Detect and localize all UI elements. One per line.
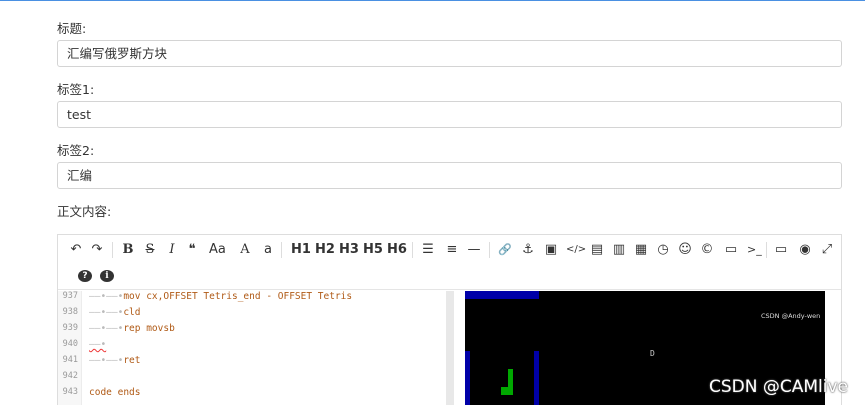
- tag2-input[interactable]: 汇编: [57, 162, 842, 189]
- tab-marker: ——•——•: [89, 323, 124, 334]
- preview-eye-icon[interactable]: ◉: [798, 240, 812, 260]
- preview-cursor-char: D: [650, 349, 655, 358]
- preview-watermark: CSDN @Andy-wen: [761, 312, 821, 320]
- code-block-icon[interactable]: ▤: [590, 240, 604, 260]
- h1-button[interactable]: H1: [291, 240, 311, 260]
- h2-button[interactable]: H2: [315, 240, 335, 260]
- toolbar-divider: [766, 242, 767, 258]
- code-line: ——•——•rep movsb: [89, 323, 175, 334]
- line-number-gutter: 937 938 939 940 941 942 943: [58, 291, 82, 405]
- line-number: 941: [62, 355, 78, 365]
- tab-marker: ——•: [89, 339, 107, 350]
- bold-button[interactable]: B: [121, 240, 135, 260]
- terminal-icon[interactable]: >_: [747, 240, 762, 260]
- anchor-icon[interactable]: ⚓: [521, 240, 535, 260]
- code-line: ——•——•cld: [89, 307, 141, 318]
- code-line: ——•——•mov cx,OFFSET Tetris_end - OFFSET …: [89, 291, 352, 302]
- toolbar-divider: [489, 242, 490, 258]
- h6-button[interactable]: H6: [387, 240, 407, 260]
- unordered-list-icon[interactable]: ☰: [421, 240, 435, 260]
- code-text: code ends: [89, 387, 141, 398]
- code-text: ret: [123, 355, 141, 366]
- monitor-icon[interactable]: ▭: [774, 240, 788, 260]
- line-number: 939: [62, 323, 78, 333]
- code-text: cld: [123, 307, 141, 318]
- tab-marker: ——•——•: [89, 355, 124, 366]
- title-label: 标题:: [57, 21, 87, 36]
- toolbar-divider: [412, 242, 413, 258]
- tag1-label: 标签1:: [57, 82, 95, 97]
- title-input[interactable]: 汇编写俄罗斯方块: [57, 40, 842, 67]
- uppercase-first-button[interactable]: A: [238, 240, 252, 260]
- line-number: 940: [62, 339, 78, 349]
- tetris-piece: [501, 387, 508, 395]
- pagebreak-icon[interactable]: ▭: [724, 240, 738, 260]
- redo-icon[interactable]: ↷: [90, 240, 104, 260]
- dos-blue-left-wall: [465, 351, 470, 405]
- tab-marker: ——•——•: [89, 307, 124, 318]
- code-line: code ends: [89, 387, 140, 398]
- uppercase-all-button[interactable]: Aa: [209, 240, 226, 260]
- code-editor-pane[interactable]: 937 938 939 940 941 942 943 ——•——•mov cx…: [58, 291, 446, 405]
- code-scrollbar[interactable]: [446, 291, 454, 405]
- line-number: 937: [62, 291, 78, 301]
- toolbar-divider: [112, 242, 113, 258]
- lowercase-button[interactable]: a: [261, 240, 275, 260]
- tab-marker: ——•——•: [89, 291, 124, 302]
- tetris-piece: [508, 369, 513, 395]
- dos-blue-right-wall: [534, 351, 539, 405]
- code-text: rep movsb: [123, 323, 175, 334]
- info-icon[interactable]: i: [100, 270, 114, 282]
- help-icon[interactable]: ?: [78, 270, 92, 282]
- tag1-input[interactable]: test: [57, 101, 842, 128]
- line-number: 942: [62, 371, 78, 381]
- undo-icon[interactable]: ↶: [69, 240, 83, 260]
- line-number: 943: [62, 387, 78, 397]
- h5-button[interactable]: H5: [363, 240, 383, 260]
- line-number: 938: [62, 307, 78, 317]
- code-line: ——•——•ret: [89, 355, 141, 366]
- top-accent-line: [0, 0, 865, 1]
- preformatted-icon[interactable]: ▥: [612, 240, 626, 260]
- copyright-icon[interactable]: ©: [700, 240, 714, 260]
- italic-button[interactable]: I: [165, 240, 179, 260]
- code-line: ——•: [89, 339, 106, 350]
- image-icon[interactable]: ▣: [544, 240, 558, 260]
- tag2-label: 标签2:: [57, 143, 95, 158]
- horizontal-rule-icon[interactable]: —: [467, 240, 481, 260]
- strikethrough-button[interactable]: S: [143, 240, 157, 260]
- dos-blue-top-bar: [465, 291, 539, 299]
- quote-icon[interactable]: ❝: [185, 240, 199, 260]
- code-inline-icon[interactable]: </>: [566, 240, 586, 260]
- toolbar-divider: [281, 242, 282, 258]
- link-icon[interactable]: 🔗: [498, 240, 512, 260]
- clock-icon[interactable]: ◷: [656, 240, 670, 260]
- fullscreen-icon[interactable]: ⤢: [820, 240, 834, 260]
- csdn-watermark: CSDN @CAMlive: [709, 377, 849, 397]
- h3-button[interactable]: H3: [339, 240, 359, 260]
- ordered-list-icon[interactable]: ≡: [445, 240, 459, 260]
- emoji-icon[interactable]: ☺: [678, 240, 692, 260]
- table-icon[interactable]: ▦: [634, 240, 648, 260]
- content-label: 正文内容:: [57, 204, 112, 219]
- code-text: mov cx,OFFSET Tetris_end - OFFSET Tetris: [123, 291, 353, 302]
- editor-toolbar: ↶ ↷ B S I ❝ Aa A a H1 H2 H3 H5 H6 ☰ ≡ — …: [58, 235, 841, 290]
